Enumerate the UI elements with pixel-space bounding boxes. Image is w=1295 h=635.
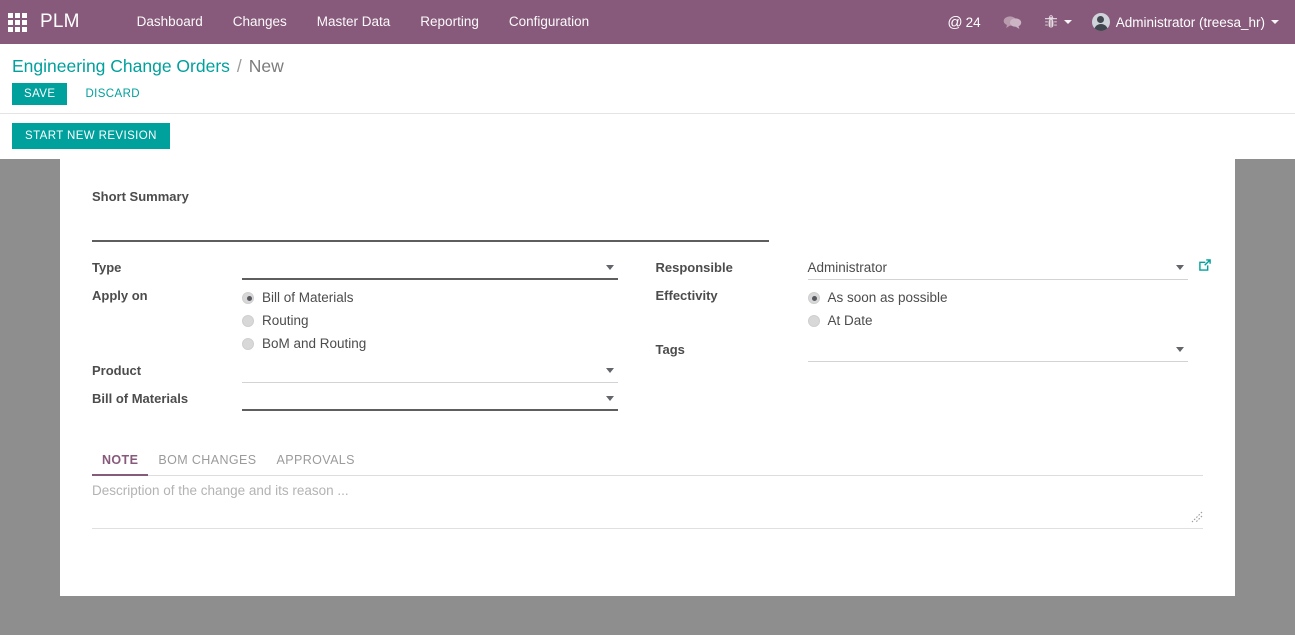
- discard-button[interactable]: DISCARD: [73, 83, 152, 105]
- mail-activity-count: 24: [965, 14, 981, 30]
- bill-of-materials-select[interactable]: [242, 387, 618, 411]
- radio-button-icon[interactable]: [242, 337, 254, 350]
- product-select[interactable]: [242, 359, 618, 383]
- notebook: NOTE BOM CHANGES APPROVALS: [92, 447, 1219, 529]
- field-row-apply-on: Apply on Bill of Materials Routing BoM a…: [92, 284, 656, 355]
- menu-item-changes[interactable]: Changes: [218, 0, 302, 44]
- radio-label: Routing: [262, 313, 309, 328]
- tab-note[interactable]: NOTE: [92, 447, 149, 476]
- responsible-value: Administrator: [807, 260, 888, 275]
- top-navbar: PLM Dashboard Changes Master Data Report…: [0, 0, 1295, 44]
- short-summary-label: Short Summary: [92, 189, 189, 204]
- tab-approvals[interactable]: APPROVALS: [267, 447, 365, 476]
- field-row-type: Type: [92, 256, 656, 280]
- navbar-right-tools: @ 24 Administrator (treesa_hr): [937, 13, 1295, 31]
- menu-item-dashboard[interactable]: Dashboard: [122, 0, 218, 44]
- menu-item-reporting[interactable]: Reporting: [405, 0, 494, 44]
- form-column-right: Responsible Administrator Effectivity As…: [656, 256, 1220, 415]
- avatar: [1091, 13, 1110, 31]
- breadcrumb-current-new: New: [248, 56, 284, 76]
- chat-bubbles-icon: [1003, 15, 1021, 29]
- responsible-select[interactable]: Administrator: [807, 256, 1211, 280]
- radio-option-at-date[interactable]: At Date: [807, 309, 1220, 332]
- field-row-effectivity: Effectivity As soon as possible At Date: [656, 284, 1220, 332]
- menu-item-master-data[interactable]: Master Data: [302, 0, 406, 44]
- breadcrumb-link-engineering-change-orders[interactable]: Engineering Change Orders: [12, 56, 230, 77]
- content-area: Short Summary Type Apply on Bill of Mate…: [0, 159, 1295, 635]
- type-select[interactable]: [242, 256, 618, 280]
- form-column-left: Type Apply on Bill of Materials Routing …: [92, 256, 656, 415]
- breadcrumb-separator: /: [236, 56, 242, 76]
- control-panel: Engineering Change Orders / New SAVE DIS…: [0, 44, 1295, 159]
- product-label: Product: [92, 363, 142, 378]
- messaging-menu-button[interactable]: [991, 15, 1034, 30]
- debug-menu-button[interactable]: [1034, 14, 1078, 30]
- start-new-revision-button[interactable]: START NEW REVISION: [12, 123, 170, 149]
- status-bar: START NEW REVISION: [0, 114, 1295, 159]
- type-label: Type: [92, 260, 122, 275]
- record-action-buttons: SAVE DISCARD: [0, 77, 1295, 113]
- radio-button-icon[interactable]: [242, 291, 254, 304]
- note-textarea[interactable]: [92, 476, 1203, 529]
- radio-option-bill-of-materials[interactable]: Bill of Materials: [242, 286, 656, 309]
- short-summary-input[interactable]: [92, 208, 769, 242]
- field-row-tags: Tags: [656, 338, 1220, 362]
- external-link-icon[interactable]: [1198, 258, 1212, 272]
- radio-option-bom-and-routing[interactable]: BoM and Routing: [242, 332, 656, 355]
- form-columns: Type Apply on Bill of Materials Routing …: [92, 256, 1219, 415]
- responsible-label: Responsible: [655, 260, 733, 275]
- tab-bom-changes[interactable]: BOM CHANGES: [148, 447, 266, 476]
- user-name-label: Administrator (treesa_hr): [1115, 14, 1265, 30]
- tags-label: Tags: [655, 342, 685, 357]
- user-menu-button[interactable]: Administrator (treesa_hr): [1078, 13, 1283, 31]
- radio-label: As soon as possible: [827, 290, 948, 305]
- main-menu: Dashboard Changes Master Data Reporting …: [122, 0, 604, 44]
- chevron-down-icon: [606, 368, 614, 373]
- notebook-tabs: NOTE BOM CHANGES APPROVALS: [92, 447, 1203, 476]
- chevron-down-icon: [1271, 20, 1279, 24]
- radio-label: Bill of Materials: [262, 290, 354, 305]
- field-row-product: Product: [92, 359, 656, 383]
- save-button[interactable]: SAVE: [12, 83, 68, 105]
- effectivity-label: Effectivity: [655, 288, 718, 303]
- radio-option-as-soon-as-possible[interactable]: As soon as possible: [807, 286, 1220, 309]
- field-row-responsible: Responsible Administrator: [656, 256, 1220, 280]
- breadcrumb: Engineering Change Orders / New: [0, 44, 1295, 77]
- chevron-down-icon: [1175, 347, 1184, 352]
- apps-menu-button[interactable]: [0, 0, 34, 44]
- app-brand-plm[interactable]: PLM: [34, 11, 90, 33]
- apps-grid-icon: [7, 12, 27, 32]
- field-row-bill-of-materials: Bill of Materials: [92, 387, 656, 411]
- mail-activity-button[interactable]: @ 24: [937, 14, 990, 31]
- bill-of-materials-label: Bill of Materials: [92, 391, 189, 406]
- radio-button-icon[interactable]: [242, 314, 254, 327]
- note-page: [92, 476, 1203, 529]
- short-summary-group: Short Summary: [92, 189, 1219, 242]
- chevron-down-icon: [606, 396, 614, 401]
- chevron-down-icon: [1063, 20, 1072, 24]
- radio-button-icon[interactable]: [807, 314, 820, 327]
- radio-button-icon[interactable]: [807, 291, 820, 304]
- at-icon: @: [947, 13, 963, 31]
- apply-on-radio-group: Bill of Materials Routing BoM and Routin…: [242, 284, 656, 355]
- effectivity-radio-group: As soon as possible At Date: [807, 284, 1220, 332]
- radio-label: At Date: [827, 313, 873, 328]
- bug-icon: [1044, 14, 1057, 28]
- chevron-down-icon: [1175, 265, 1184, 270]
- menu-item-configuration[interactable]: Configuration: [494, 0, 604, 44]
- radio-label: BoM and Routing: [262, 336, 367, 351]
- chevron-down-icon: [606, 265, 614, 270]
- tags-select[interactable]: [807, 338, 1188, 362]
- form-sheet: Short Summary Type Apply on Bill of Mate…: [60, 159, 1235, 596]
- radio-option-routing[interactable]: Routing: [242, 309, 656, 332]
- apply-on-label: Apply on: [92, 288, 148, 303]
